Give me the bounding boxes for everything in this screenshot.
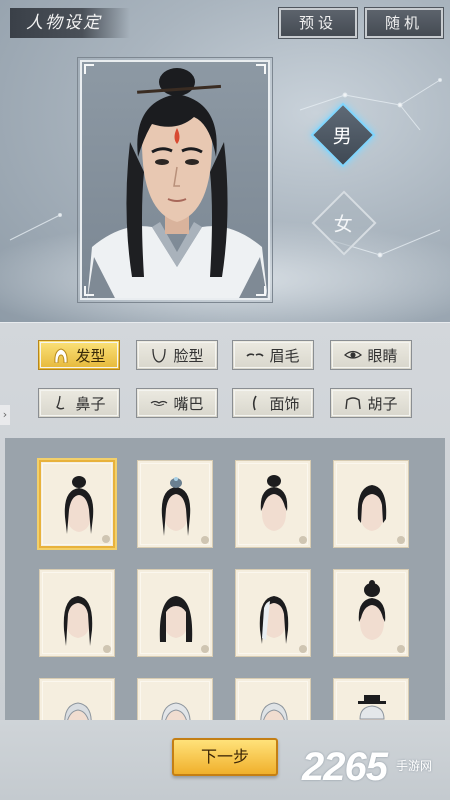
corner-dot [397, 645, 405, 653]
character-portrait [77, 57, 273, 303]
tab-face-shape[interactable]: 脸型 [136, 340, 218, 370]
tab-face-decoration-label: 面饰 [269, 394, 300, 413]
frame-corner [84, 64, 94, 74]
character-preview-area: 人物设定 预设 随机 男 女 [0, 0, 450, 322]
corner-dot [299, 536, 307, 544]
eyebrow-icon [246, 353, 265, 357]
corner-dot [102, 535, 110, 543]
tab-eyes-label: 眼睛 [367, 346, 398, 365]
beard-icon [345, 397, 362, 410]
hairstyle-option-4[interactable] [333, 460, 409, 548]
hairstyle-thumbnail [260, 702, 288, 720]
hairstyle-option-5[interactable] [39, 569, 115, 657]
tab-beard[interactable]: 胡子 [330, 388, 412, 418]
hairstyle-option-12[interactable] [333, 678, 409, 720]
corner-dot [201, 645, 209, 653]
gender-male-label: 男 [333, 125, 353, 148]
corner-dot [299, 645, 307, 653]
tab-nose[interactable]: 鼻子 [38, 388, 120, 418]
hairstyle-thumbnail [358, 695, 386, 720]
hairstyle-thumbnail [161, 702, 191, 720]
corner-dot [103, 645, 111, 653]
panel-expand-arrow[interactable]: › [0, 405, 10, 425]
tab-nose-label: 鼻子 [75, 394, 106, 413]
watermark-text: 手游网 [396, 759, 433, 773]
tab-beard-label: 胡子 [367, 394, 398, 413]
tab-eyebrow-label: 眉毛 [269, 346, 300, 365]
corner-dot [397, 536, 405, 544]
tab-eyes[interactable]: 眼睛 [330, 340, 412, 370]
hairstyle-option-1[interactable] [39, 460, 115, 548]
frame-corner [84, 286, 94, 296]
face-decoration-icon [253, 395, 258, 411]
hairstyle-option-2[interactable] [137, 460, 213, 548]
next-step-button[interactable]: 下一步 [172, 738, 278, 776]
tab-eyebrow[interactable]: 眉毛 [232, 340, 314, 370]
gender-female-label: 女 [334, 213, 354, 236]
nose-icon [56, 395, 65, 410]
face-shape-icon [152, 348, 167, 363]
hairstyle-option-7[interactable] [235, 569, 311, 657]
tab-mouth-label: 嘴巴 [173, 394, 204, 413]
eye-icon [344, 350, 363, 359]
tab-hair-label: 发型 [75, 346, 106, 365]
watermark-number: 2265 [302, 745, 388, 789]
hairstyle-option-3[interactable] [235, 460, 311, 548]
hairstyle-option-6[interactable] [137, 569, 213, 657]
tab-hair[interactable]: 发型 [38, 340, 120, 370]
character-avatar [87, 68, 268, 298]
preset-button[interactable]: 预设 [278, 7, 358, 39]
random-button[interactable]: 随机 [364, 7, 444, 39]
hairstyle-option-11[interactable] [235, 678, 311, 720]
corner-dot [201, 536, 209, 544]
page-title: 人物设定 [10, 8, 130, 38]
tab-mouth[interactable]: 嘴巴 [136, 388, 218, 418]
frame-corner [256, 64, 266, 74]
mouth-icon [151, 400, 168, 406]
hair-icon [54, 348, 69, 363]
tab-face-shape-label: 脸型 [173, 346, 204, 365]
hairstyle-grid [5, 438, 445, 720]
hairstyle-option-10[interactable] [137, 678, 213, 720]
hairstyle-option-9[interactable] [39, 678, 115, 720]
frame-corner [256, 286, 266, 296]
site-watermark: 2265 手游网 [302, 745, 450, 789]
hairstyle-thumbnail [64, 702, 92, 720]
hairstyle-option-8[interactable] [333, 569, 409, 657]
tab-face-decoration[interactable]: 面饰 [232, 388, 314, 418]
